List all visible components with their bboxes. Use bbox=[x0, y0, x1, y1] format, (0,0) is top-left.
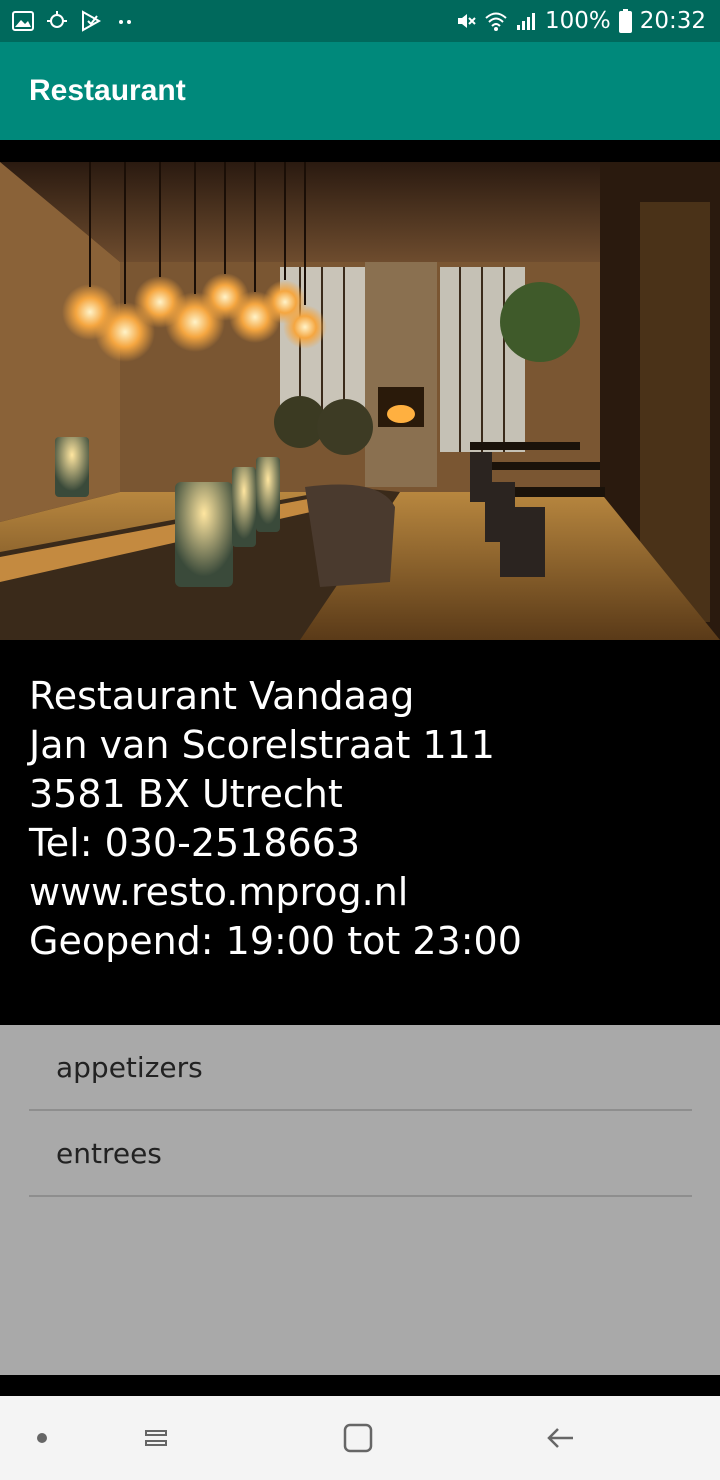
category-item-entrees[interactable]: entrees bbox=[29, 1111, 692, 1197]
wifi-icon bbox=[485, 12, 507, 31]
app-title: Restaurant bbox=[29, 74, 186, 107]
back-button[interactable] bbox=[530, 1396, 590, 1480]
restaurant-name: Restaurant Vandaag bbox=[29, 674, 415, 718]
dot-icon bbox=[37, 1433, 47, 1443]
play-check-icon bbox=[82, 10, 102, 32]
status-bar-notifications bbox=[12, 0, 136, 42]
home-icon bbox=[343, 1423, 373, 1453]
home-button[interactable] bbox=[328, 1396, 388, 1480]
battery-icon bbox=[618, 9, 632, 33]
restaurant-interior-image bbox=[0, 162, 720, 640]
clock: 20:32 bbox=[639, 8, 706, 34]
main-content: Restaurant Vandaag Jan van Scorelstraat … bbox=[0, 140, 720, 1396]
image-icon bbox=[12, 11, 34, 31]
category-label: entrees bbox=[56, 1137, 162, 1170]
category-label: appetizers bbox=[56, 1051, 203, 1084]
restaurant-city: 3581 BX Utrecht bbox=[29, 772, 343, 816]
status-bar: 100% 20:32 bbox=[0, 0, 720, 42]
restaurant-photo bbox=[0, 162, 720, 640]
restaurant-website: www.resto.mprog.nl bbox=[29, 870, 409, 914]
recents-icon bbox=[145, 1430, 167, 1446]
more-dots-icon bbox=[119, 20, 131, 24]
recents-button[interactable] bbox=[126, 1396, 186, 1480]
battery-percent: 100% bbox=[544, 8, 611, 34]
app-bar: Restaurant bbox=[0, 42, 720, 140]
restaurant-street: Jan van Scorelstraat 111 bbox=[29, 723, 495, 767]
signal-icon bbox=[516, 13, 535, 30]
nav-dot-button[interactable] bbox=[22, 1396, 62, 1480]
back-icon bbox=[547, 1428, 573, 1448]
restaurant-info: Restaurant Vandaag Jan van Scorelstraat … bbox=[29, 672, 699, 966]
category-list: appetizers entrees bbox=[0, 1025, 720, 1375]
navigation-bar bbox=[0, 1396, 720, 1480]
restaurant-phone: Tel: 030-2518663 bbox=[29, 821, 361, 865]
mute-icon bbox=[457, 14, 476, 28]
sync-icon bbox=[47, 11, 67, 28]
status-bar-system: 100% 20:32 bbox=[455, 0, 706, 42]
category-item-appetizers[interactable]: appetizers bbox=[29, 1025, 692, 1111]
restaurant-hours: Geopend: 19:00 tot 23:00 bbox=[29, 919, 522, 963]
